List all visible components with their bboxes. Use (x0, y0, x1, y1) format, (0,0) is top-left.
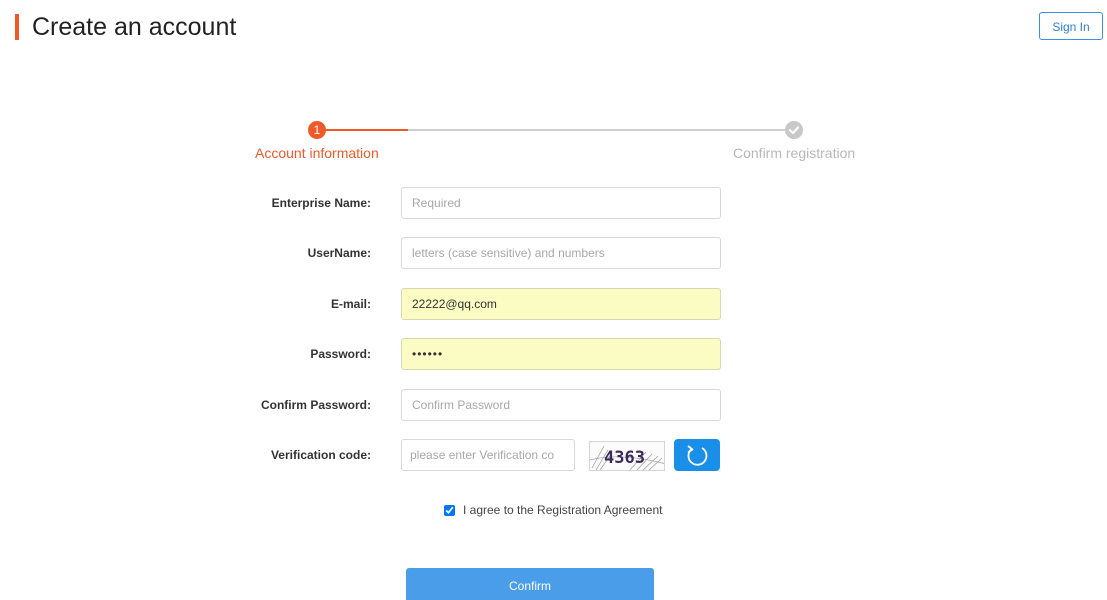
username-input[interactable] (401, 237, 721, 269)
refresh-captcha-button[interactable] (674, 439, 720, 471)
captcha-text: 4363 (604, 448, 645, 468)
agreement-label: I agree to the Registration Agreement (463, 503, 663, 517)
stepper-progress-active (318, 129, 408, 131)
password-label: Password: (310, 347, 371, 361)
title-accent-bar (15, 14, 19, 40)
enterprise-name-label: Enterprise Name: (271, 196, 371, 210)
username-label: UserName: (307, 246, 371, 260)
agreement-checkbox[interactable] (444, 505, 455, 516)
email-input[interactable] (401, 288, 721, 320)
email-label: E-mail: (330, 297, 371, 311)
register-page: Create an account Sign In 1 Account info… (0, 0, 1107, 600)
agreement-row[interactable]: I agree to the Registration Agreement (444, 501, 662, 519)
captcha-image[interactable]: 4363 (589, 441, 665, 471)
page-title: Create an account (32, 13, 237, 41)
enterprise-name-input[interactable] (401, 187, 721, 219)
confirm-password-label: Confirm Password: (260, 398, 371, 412)
confirm-password-input[interactable] (401, 389, 721, 421)
check-icon (785, 121, 803, 139)
refresh-icon (687, 445, 708, 466)
sign-in-button[interactable]: Sign In (1039, 12, 1103, 40)
password-input[interactable] (401, 338, 721, 370)
step-1-label: Account information (255, 145, 379, 161)
verification-code-label: Verification code: (270, 448, 371, 462)
verification-code-input[interactable] (401, 439, 575, 471)
stepper-progress-inactive (408, 129, 794, 131)
step-1-indicator: 1 (308, 121, 326, 139)
step-2-label: Confirm registration (733, 145, 856, 161)
confirm-button[interactable]: Confirm (406, 568, 654, 600)
